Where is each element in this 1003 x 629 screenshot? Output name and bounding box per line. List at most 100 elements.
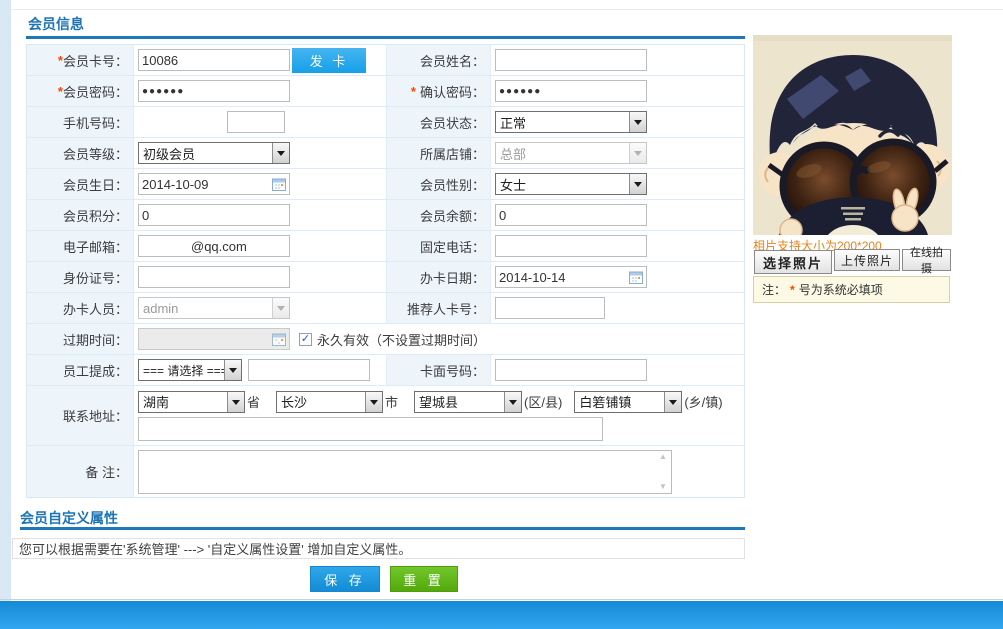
calendar-icon[interactable] xyxy=(272,178,286,191)
town-suffix-label: (乡/镇) xyxy=(684,395,723,410)
password-cell xyxy=(134,76,387,106)
mobile-cell xyxy=(134,107,387,137)
chevron-down-icon xyxy=(224,360,241,380)
password-label-text: 会员密码： xyxy=(62,84,128,100)
password-input[interactable] xyxy=(138,80,290,102)
referrer-input[interactable] xyxy=(495,297,605,319)
form-row: 过期时间： 永久有效（不设置过期时间） xyxy=(27,324,744,355)
name-label-text: 会员姓名： xyxy=(419,53,485,69)
confirm-password-input[interactable] xyxy=(495,80,647,102)
operator-select[interactable]: admin xyxy=(138,297,290,319)
expire-input[interactable] xyxy=(138,328,290,350)
city-select-value: 长沙 xyxy=(281,395,308,410)
remark-textarea[interactable] xyxy=(138,449,672,494)
gender-label-text: 会员性别： xyxy=(419,177,485,193)
issue-card-button[interactable]: 发 卡 xyxy=(292,47,366,73)
reset-button[interactable]: 重 置 xyxy=(390,566,458,592)
chevron-down-icon xyxy=(272,143,289,163)
permanent-checkbox[interactable] xyxy=(299,332,312,346)
calendar-icon[interactable] xyxy=(272,333,286,346)
card-no-cell: 发 卡 xyxy=(134,45,387,75)
form-row: 电子邮箱： 固定电话： xyxy=(27,231,744,262)
level-select[interactable]: 初级会员 xyxy=(138,142,290,164)
scroll-down-arrow[interactable] xyxy=(656,481,670,493)
card-face-cell xyxy=(491,355,744,385)
form-row: 会员生日： 2014-10-09 会员性别： 女士 xyxy=(27,169,744,200)
balance-input[interactable] xyxy=(495,204,647,226)
chevron-down-icon xyxy=(629,174,646,194)
province-select[interactable]: 湖南 xyxy=(138,390,245,413)
remark-label-text: 备 注： xyxy=(85,465,128,480)
address-cell: 湖南 省 长沙 市 望城县 (区/县) 白箬铺镇 (乡/镇) xyxy=(134,386,744,445)
status-select[interactable]: 正常 xyxy=(495,111,647,133)
page-left-strip xyxy=(0,0,11,601)
card-face-label-text: 卡面号码： xyxy=(419,363,485,379)
gender-label: 会员性别： xyxy=(387,169,491,199)
city-select[interactable]: 长沙 xyxy=(276,390,384,413)
gender-select[interactable]: 女士 xyxy=(495,173,647,195)
shop-cell: 总部 xyxy=(491,138,744,168)
footer-bar xyxy=(0,601,1003,629)
points-label-text: 会员积分： xyxy=(62,208,128,224)
district-select-value: 望城县 xyxy=(419,395,459,410)
commission-cell: === 请选择 === xyxy=(134,355,387,385)
chevron-down-icon xyxy=(272,298,289,318)
page-top-border xyxy=(11,9,1003,10)
card-face-input[interactable] xyxy=(495,359,647,381)
note-text: 号为系统必填项 xyxy=(798,283,883,297)
card-no-input[interactable] xyxy=(138,49,290,71)
address-detail-input[interactable] xyxy=(138,416,603,441)
referrer-label-text: 推荐人卡号： xyxy=(406,301,485,317)
landline-input[interactable] xyxy=(495,235,647,257)
address-selects-row: 湖南 省 长沙 市 望城县 (区/县) 白箬铺镇 (乡/镇) xyxy=(134,390,744,413)
form-row: 备 注： xyxy=(27,446,744,497)
commission-label-text: 员工提成： xyxy=(62,363,128,379)
note-prefix: 注： xyxy=(762,283,787,297)
chevron-down-icon xyxy=(504,391,522,412)
district-select[interactable]: 望城县 xyxy=(414,390,523,413)
name-cell xyxy=(491,45,744,75)
email-input[interactable] xyxy=(138,235,290,257)
mobile-input[interactable] xyxy=(227,111,285,133)
custom-attr-hint-text: 您可以根据需要在'系统管理' ---> '自定义属性设置' 增加自定义属性。 xyxy=(19,542,412,557)
card-date-cell: 2014-10-14 xyxy=(491,262,744,292)
chevron-down-icon xyxy=(629,143,646,163)
card-face-label: 卡面号码： xyxy=(387,355,491,385)
balance-cell xyxy=(491,200,744,230)
name-input[interactable] xyxy=(495,49,647,71)
commission-amount-input[interactable] xyxy=(248,359,370,381)
required-note-box: 注： * 号为系统必填项 xyxy=(753,276,950,303)
permanent-checkbox-label: 永久有效（不设置过期时间） xyxy=(317,332,487,348)
level-label-text: 会员等级： xyxy=(62,146,128,162)
upload-photo-button[interactable]: 上传照片 xyxy=(834,249,900,271)
chevron-down-icon xyxy=(227,391,244,412)
points-input[interactable] xyxy=(138,204,290,226)
calendar-icon[interactable] xyxy=(629,271,643,284)
city-suffix-label: 市 xyxy=(385,395,399,410)
town-select[interactable]: 白箬铺镇 xyxy=(574,390,683,413)
expire-label-text: 过期时间： xyxy=(62,332,128,348)
card-no-label: * 会员卡号： xyxy=(27,45,134,75)
commission-select[interactable]: === 请选择 === xyxy=(138,359,242,381)
status-label: 会员状态： xyxy=(387,107,491,137)
save-button[interactable]: 保 存 xyxy=(310,566,380,592)
custom-attr-title: 会员自定义属性 xyxy=(20,510,118,526)
confirm-password-label: * 确认密码： xyxy=(387,76,491,106)
points-cell xyxy=(134,200,387,230)
birthday-label-text: 会员生日： xyxy=(62,177,128,193)
mobile-label-text: 手机号码： xyxy=(62,115,128,131)
district-suffix-label: (区/县) xyxy=(524,395,563,410)
online-camera-button[interactable]: 在线拍摄 xyxy=(902,247,951,275)
id-no-input[interactable] xyxy=(138,266,290,288)
birthday-input[interactable]: 2014-10-09 xyxy=(138,173,290,195)
address-label: 联系地址： xyxy=(27,386,134,445)
card-date-input[interactable]: 2014-10-14 xyxy=(495,266,647,288)
form-row: *会员卡号： 发 卡 会员姓名： xyxy=(27,45,744,76)
id-no-cell xyxy=(134,262,387,292)
shop-select[interactable]: 总部 xyxy=(495,142,647,164)
scroll-up-arrow[interactable] xyxy=(656,451,670,463)
commission-select-value: === 请选择 === xyxy=(143,363,224,378)
expire-label: 过期时间： xyxy=(27,324,134,354)
form-row: *会员密码： *确认密码： xyxy=(27,76,744,107)
choose-photo-button[interactable]: 选择照片 xyxy=(754,250,832,274)
